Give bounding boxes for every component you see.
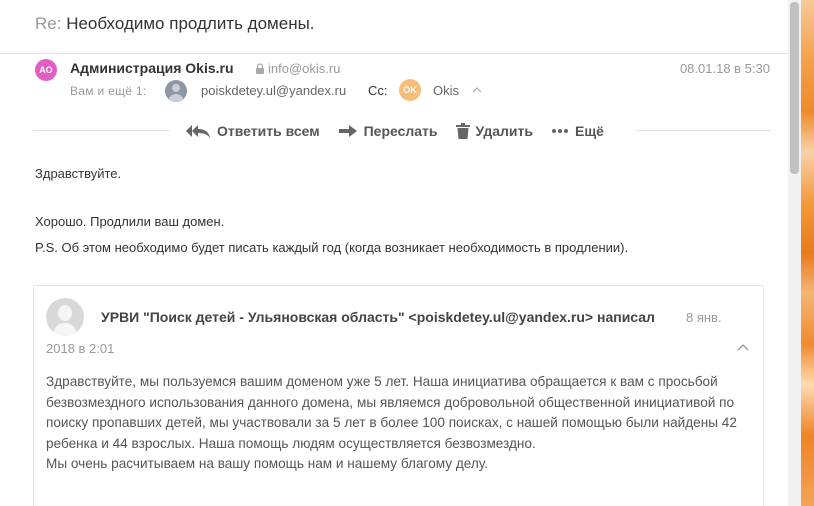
delete-label: Удалить [475, 123, 533, 139]
chevron-up-icon[interactable] [472, 85, 482, 95]
reply-all-label: Ответить всем [217, 123, 320, 139]
more-label: Ещё [575, 123, 604, 139]
recipients-label: Вам и ещё 1: [70, 84, 147, 98]
sender-row: АО Администрация Okis.ru info@okis.ru 08… [35, 58, 775, 81]
toolbar-line-right [636, 130, 771, 131]
quote-date-part-1: 8 янв. [686, 310, 722, 325]
user-silhouette-icon [169, 84, 183, 102]
trash-icon [455, 123, 470, 139]
toolbar-line-left [33, 130, 169, 131]
message-date: 08.01.18 в 5:30 [679, 61, 770, 76]
recipients-row: Вам и ещё 1: poiskdetey.ul@yandex.ru Cc:… [35, 79, 515, 103]
cc-avatar[interactable]: OK [399, 79, 421, 101]
more-dots-icon [552, 129, 568, 133]
quote-avatar[interactable] [46, 298, 84, 336]
delete-button[interactable]: Удалить [455, 123, 533, 139]
sender-email[interactable]: info@okis.ru [268, 61, 340, 76]
sender-name[interactable]: Администрация Okis.ru [70, 60, 234, 76]
reply-all-icon [186, 125, 210, 138]
sender-avatar[interactable]: АО [35, 59, 57, 81]
quote-body: Здравствуйте, мы пользуемся вашим домено… [46, 372, 758, 475]
cc-name[interactable]: Okis [433, 83, 459, 98]
body-greeting: Здравствуйте. [35, 166, 122, 181]
quote-date-part-2: 2018 в 2:01 [46, 341, 115, 356]
cc-label: Cc: [368, 83, 388, 98]
chevron-up-icon[interactable] [737, 343, 749, 353]
forward-arrow-icon [338, 125, 357, 137]
message-subject: Re: Необходимо продлить домены. [35, 14, 315, 34]
recipient-avatar[interactable] [165, 80, 187, 102]
user-silhouette-icon [53, 305, 77, 336]
message-toolbar: Ответить всем Переслать Удалить Ещё [185, 120, 604, 142]
subject-text: Необходимо продлить домены. [66, 14, 315, 33]
background-art-strip [801, 0, 814, 506]
more-button[interactable]: Ещё [551, 123, 604, 139]
scrollbar[interactable] [788, 0, 801, 506]
quote-header: УРВИ "Поиск детей - Ульяновская область"… [101, 309, 655, 325]
scrollbar-thumb[interactable] [790, 2, 799, 174]
quote-paragraph-1: Здравствуйте, мы пользуемся вашим домено… [46, 374, 737, 451]
quote-paragraph-2: Мы очень расчитываем на вашу помощь нам … [46, 456, 489, 471]
reply-all-button[interactable]: Ответить всем [185, 123, 320, 139]
lock-icon [256, 63, 264, 74]
subject-divider [0, 53, 788, 54]
quoted-message: УРВИ "Поиск детей - Ульяновская область"… [33, 285, 764, 506]
forward-label: Переслать [363, 123, 438, 139]
recipient-email[interactable]: poiskdetey.ul@yandex.ru [201, 83, 346, 98]
forward-button[interactable]: Переслать [338, 123, 438, 139]
body-line-1: Хорошо. Продлили ваш домен. [35, 214, 225, 229]
subject-prefix: Re: [35, 14, 62, 33]
body-line-2: P.S. Об этом необходимо будет писать каж… [35, 240, 629, 255]
